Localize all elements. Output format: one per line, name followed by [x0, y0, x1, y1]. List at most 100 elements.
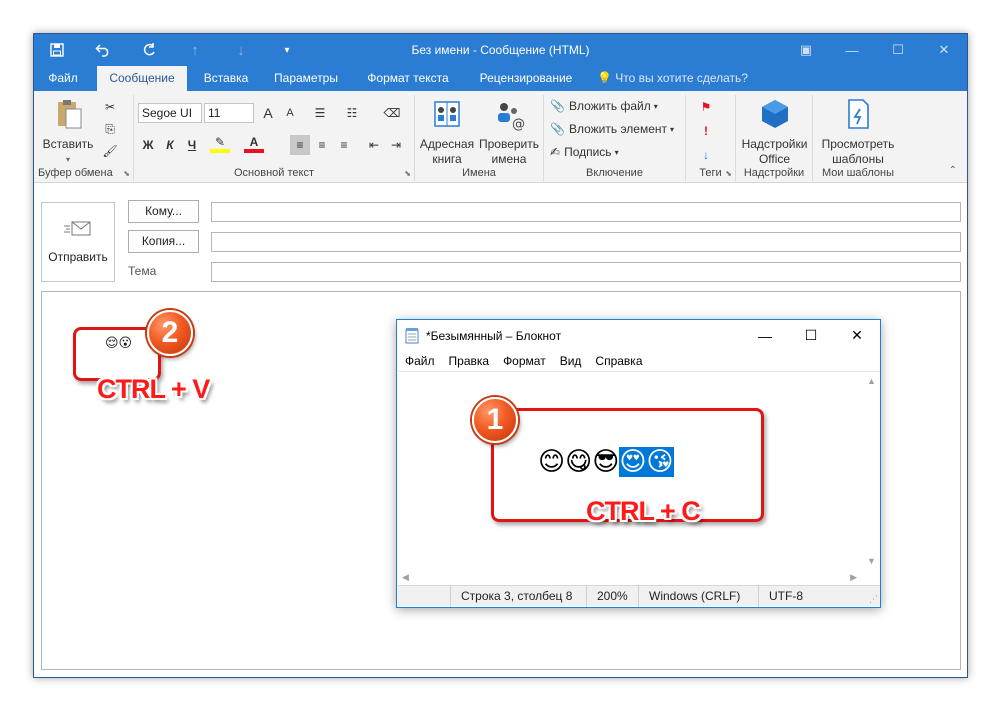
- ribbon-display-icon[interactable]: ▣: [783, 34, 829, 66]
- lightbulb-icon: 💡: [597, 71, 612, 85]
- office-addins-button[interactable]: Надстройки Office: [736, 97, 813, 167]
- minimize-icon[interactable]: —: [742, 320, 788, 351]
- menu-format[interactable]: Формат: [503, 351, 546, 371]
- highlight-icon[interactable]: ✎: [210, 135, 230, 153]
- decrease-indent-icon[interactable]: ⇤: [364, 135, 384, 155]
- dialog-launcher-icon[interactable]: ⬊: [404, 169, 411, 178]
- send-icon: [64, 221, 91, 236]
- scroll-right-icon[interactable]: ▶: [850, 572, 857, 583]
- dialog-launcher-icon[interactable]: ⬊: [725, 169, 732, 178]
- tab-message[interactable]: Сообщение: [97, 66, 187, 91]
- group-clipboard: Вставить ▾ ✂ ⎘ 🖌 Буфер обмена ⬊: [34, 95, 134, 181]
- subject-field[interactable]: [211, 262, 961, 282]
- notepad-title: *Безымянный – Блокнот: [426, 329, 562, 343]
- group-label-clipboard: Буфер обмена: [38, 167, 113, 179]
- group-names: Адресная книга @ Проверить имена Имена: [415, 95, 544, 181]
- italic-button[interactable]: К: [160, 135, 180, 155]
- increase-indent-icon[interactable]: ⇥: [386, 135, 406, 155]
- align-center-icon[interactable]: ≡: [312, 135, 332, 155]
- tab-file[interactable]: Файл: [34, 66, 92, 91]
- cut-icon[interactable]: ✂: [100, 97, 120, 117]
- menu-edit[interactable]: Правка: [449, 351, 490, 371]
- menu-help[interactable]: Справка: [595, 351, 642, 371]
- clear-formatting-icon[interactable]: ⌫: [382, 103, 402, 123]
- maximize-icon[interactable]: ☐: [788, 320, 834, 351]
- dropdown-arrow-icon: ▾: [653, 101, 658, 111]
- tab-options[interactable]: Параметры: [266, 66, 346, 91]
- hotkey-copy-label: CTRL + C: [586, 496, 701, 526]
- notepad-status-bar: Строка 3, столбец 8 200% Windows (CRLF) …: [398, 585, 880, 607]
- close-icon[interactable]: ✕: [921, 34, 967, 66]
- copy-icon[interactable]: ⎘: [100, 119, 120, 139]
- collapse-ribbon-icon[interactable]: ⌃: [949, 165, 957, 176]
- ribbon-tabs: Файл Сообщение Вставка Параметры Формат …: [34, 66, 967, 91]
- format-painter-icon[interactable]: 🖌: [100, 141, 120, 161]
- signature-button[interactable]: ✍ Подпись ▾: [550, 145, 619, 159]
- resize-grip-icon[interactable]: ⋰: [869, 594, 878, 605]
- send-button[interactable]: Отправить: [41, 202, 115, 282]
- follow-up-flag-icon[interactable]: ⚑: [696, 97, 716, 117]
- status-line-ending: Windows (CRLF): [638, 586, 758, 607]
- step-badge-1: 1: [472, 397, 518, 443]
- message-header: Отправить Кому... Копия... Тема: [34, 184, 967, 289]
- bold-button[interactable]: Ж: [138, 135, 158, 155]
- status-position: Строка 3, столбец 8: [450, 586, 578, 607]
- vertical-scrollbar[interactable]: ▲ ▼: [863, 372, 880, 570]
- group-tags: ⚑ ! ↓ Теги ⬊: [686, 95, 736, 181]
- attach-item-button[interactable]: 📎 Вложить элемент ▾: [550, 122, 674, 136]
- subject-label: Тема: [128, 264, 157, 278]
- font-size-select[interactable]: 11: [204, 103, 254, 123]
- notepad-title-bar: *Безымянный – Блокнот — ☐ ✕: [397, 320, 880, 351]
- scroll-down-icon[interactable]: ▼: [867, 556, 876, 566]
- font-color-icon[interactable]: A: [244, 135, 264, 153]
- high-importance-icon[interactable]: !: [696, 121, 716, 141]
- maximize-icon[interactable]: ☐: [875, 34, 921, 66]
- status-zoom: 200%: [586, 586, 638, 607]
- title-bar: ↑ ↓ ▾ Без имени - Сообщение (HTML) ▣ — ☐…: [34, 34, 967, 66]
- view-templates-button[interactable]: Просмотреть шаблоны: [813, 97, 903, 167]
- dialog-launcher-icon[interactable]: ⬊: [123, 169, 130, 178]
- grow-font-button[interactable]: A: [258, 103, 278, 123]
- scroll-left-icon[interactable]: ◀: [402, 572, 409, 583]
- office-addins-icon: [761, 100, 788, 128]
- tab-insert[interactable]: Вставка: [194, 66, 258, 91]
- address-book-button[interactable]: Адресная книга: [417, 97, 477, 167]
- numbering-icon[interactable]: ☷: [342, 103, 362, 123]
- tell-me-text: Что вы хотите сделать?: [615, 71, 748, 85]
- window-controls: ▣ — ☐ ✕: [783, 34, 967, 66]
- paperclip-icon: 📎: [550, 122, 565, 136]
- dropdown-arrow-icon: ▾: [614, 147, 619, 157]
- ribbon: Вставить ▾ ✂ ⎘ 🖌 Буфер обмена ⬊ Segoe UI…: [34, 91, 967, 183]
- paste-button[interactable]: Вставить ▾: [40, 97, 96, 167]
- dropdown-arrow-icon: ▾: [670, 124, 675, 134]
- menu-view[interactable]: Вид: [560, 351, 582, 371]
- templates-icon: [848, 99, 869, 129]
- attach-file-button[interactable]: 📎 Вложить файл ▾: [550, 99, 658, 113]
- scroll-up-icon[interactable]: ▲: [867, 376, 876, 386]
- minimize-icon[interactable]: —: [829, 34, 875, 66]
- shrink-font-button[interactable]: A: [280, 103, 300, 123]
- tab-review[interactable]: Рецензирование: [470, 66, 582, 91]
- underline-button[interactable]: Ч: [182, 135, 202, 155]
- to-button[interactable]: Кому...: [128, 200, 199, 223]
- tab-format-text[interactable]: Формат текста: [360, 66, 456, 91]
- low-importance-icon[interactable]: ↓: [696, 145, 716, 165]
- close-icon[interactable]: ✕: [834, 320, 880, 351]
- status-encoding: UTF-8: [758, 586, 863, 607]
- bullets-icon[interactable]: ☰: [310, 103, 330, 123]
- svg-text:@: @: [512, 117, 525, 131]
- align-right-icon[interactable]: ≡: [334, 135, 354, 155]
- align-left-icon[interactable]: ≡: [290, 135, 310, 155]
- signature-icon: ✍: [550, 145, 561, 159]
- cc-field[interactable]: [211, 232, 961, 252]
- tell-me-box[interactable]: 💡 Что вы хотите сделать?: [597, 66, 748, 91]
- group-addins: Надстройки Office Надстройки: [736, 95, 813, 181]
- check-names-button[interactable]: @ Проверить имена: [477, 97, 541, 167]
- menu-file[interactable]: Файл: [405, 351, 435, 371]
- font-name-select[interactable]: Segoe UI: [138, 103, 202, 123]
- horizontal-scrollbar[interactable]: ◀ ▶: [398, 569, 863, 586]
- paste-icon: [58, 100, 82, 129]
- to-field[interactable]: [211, 202, 961, 222]
- cc-button[interactable]: Копия...: [128, 230, 199, 253]
- notepad-icon: [405, 328, 419, 344]
